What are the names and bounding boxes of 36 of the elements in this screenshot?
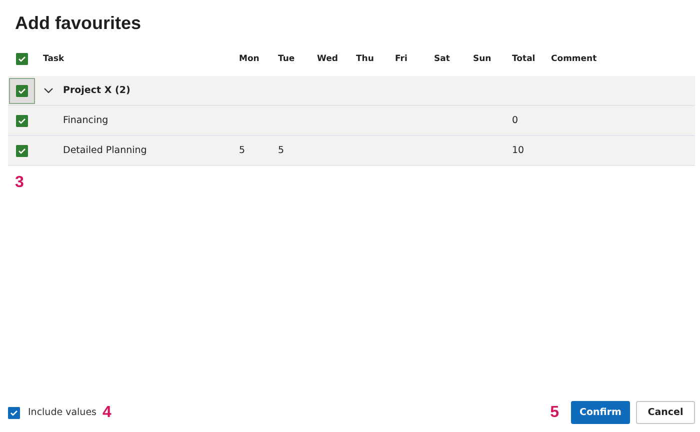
checkbox[interactable] [16, 144, 28, 156]
column-header: Wed [316, 54, 339, 64]
check-icon [10, 408, 18, 416]
table-cell-text: 10 [511, 145, 526, 156]
table-cell-text: 5 [277, 145, 286, 156]
table-cell-text: Financing [62, 115, 110, 126]
column-header: Sat [433, 54, 451, 64]
checkbox[interactable] [16, 84, 28, 96]
include-values-checkbox[interactable] [8, 406, 20, 418]
column-header: Thu [355, 54, 375, 64]
group-checkbox-cell[interactable] [9, 78, 35, 104]
chevron-icon[interactable] [44, 88, 53, 94]
cancel-button[interactable]: Cancel [636, 401, 695, 424]
column-header: Sun [472, 54, 492, 64]
checkbox-label: Include values [28, 407, 96, 418]
callout-number: 3 [15, 174, 24, 191]
select-all-checkbox[interactable] [16, 53, 28, 65]
callout-number: 4 [102, 404, 112, 422]
table-cell-text: 5 [238, 145, 246, 156]
column-header: Task [42, 54, 66, 64]
callout-number: 5 [550, 404, 559, 422]
column-header: Mon [238, 54, 260, 64]
check-icon [18, 86, 26, 94]
group-label: Project X (2) [63, 85, 130, 96]
column-header: Total [511, 54, 536, 64]
table-cell-text: Detailed Planning [62, 145, 148, 156]
check-icon [18, 116, 26, 124]
column-header: Tue [277, 54, 296, 64]
table-cell-text: 0 [511, 115, 520, 126]
confirm-button[interactable]: Confirm [571, 401, 630, 424]
check-icon [18, 55, 26, 63]
dialog-title: Add favourites [15, 12, 142, 35]
checkbox[interactable] [16, 114, 28, 126]
column-header: Comment [550, 54, 598, 64]
check-icon [18, 146, 26, 154]
column-header: Fri [394, 54, 408, 64]
